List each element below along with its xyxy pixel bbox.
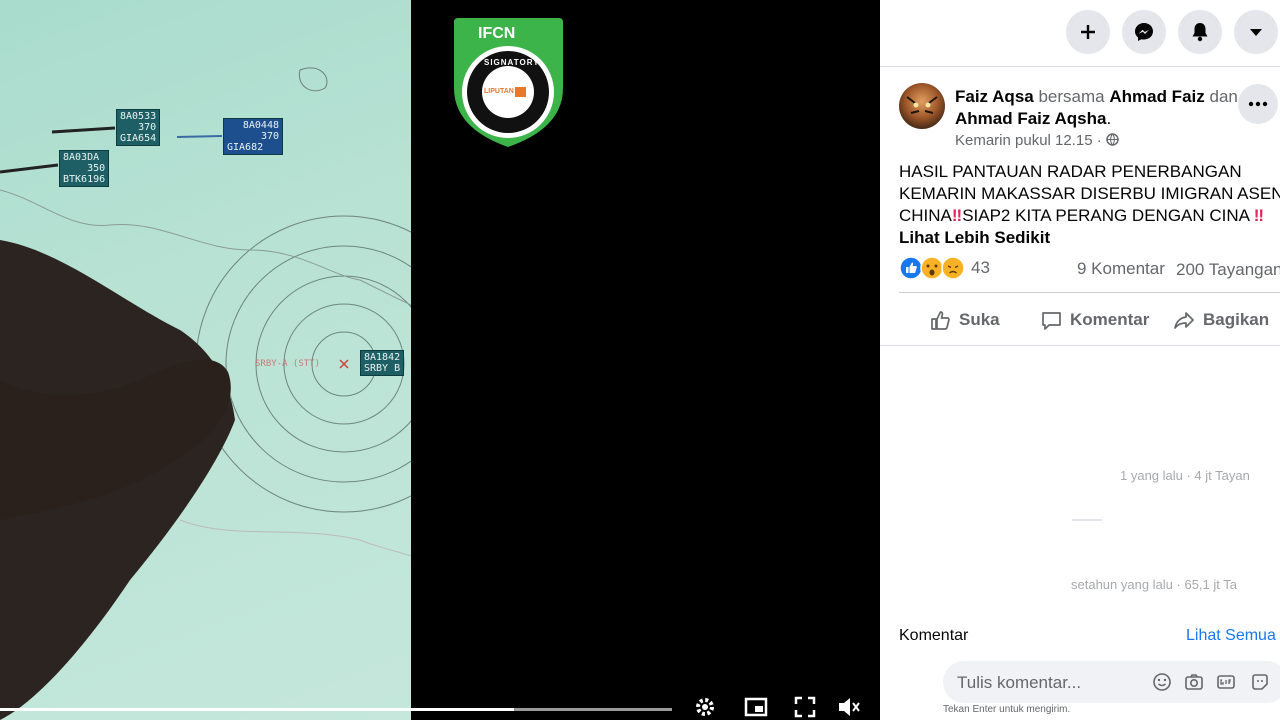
globe-icon	[1106, 133, 1119, 146]
logo-inner-text: LIPUTAN 6	[484, 88, 520, 95]
gear-icon[interactable]	[692, 694, 718, 720]
messenger-button[interactable]	[1122, 10, 1166, 54]
see-all-comments-link[interactable]: Lihat Semua	[1186, 627, 1276, 645]
post-text-segment: SIAP2 KITA PERANG DENGAN CINA	[962, 206, 1250, 225]
post-text-segment: CHINA	[899, 206, 952, 225]
post-header-line2: Ahmad Faiz Aqsha.	[955, 109, 1111, 129]
comments-heading: Komentar	[899, 627, 969, 644]
post-side-panel: Faiz Aqsa bersama Ahmad Faiz dan Ahmad F…	[880, 0, 1280, 720]
radar-tag-text: 350	[87, 163, 106, 174]
radar-tag-text: SRBY B	[364, 363, 401, 374]
pip-icon[interactable]	[743, 694, 769, 720]
faded-video-meta: 1 yang lalu · 4 jt Tayan	[1120, 468, 1250, 483]
svg-text:SRBY-A (STT): SRBY-A (STT)	[255, 359, 320, 369]
more-dots-icon	[1248, 101, 1268, 107]
plus-icon	[1081, 25, 1095, 39]
faded-placeholder	[1072, 519, 1102, 521]
logo-ring-text: SIGNATORY	[484, 58, 540, 67]
double-exclamation-icon: ‼	[1253, 206, 1265, 225]
video-player[interactable]: SRBY-A (STT) 8A0533 370 GIA654 8A0448 37…	[0, 0, 880, 720]
radar-tag-1: 8A0533 370 GIA654	[116, 109, 161, 146]
post-timestamp-link[interactable]: Kemarin pukul 12.15 ·	[955, 132, 1102, 149]
post-text-line: CHINA‼SIAP2 KITA PERANG DENGAN CINA ‼	[899, 205, 1280, 227]
period-text: .	[1106, 109, 1112, 128]
radar-tag-text: 8A0533	[120, 111, 157, 122]
post-header: Faiz Aqsa bersama Ahmad Faiz dan	[955, 87, 1238, 107]
author-avatar[interactable]	[899, 83, 945, 129]
tagged-user-link[interactable]: Ahmad Faiz Aqsha	[955, 109, 1106, 128]
radar-screen-video-frame: SRBY-A (STT) 8A0533 370 GIA654 8A0448 37…	[0, 0, 411, 720]
reaction-icons	[899, 256, 965, 280]
gif-icon[interactable]	[1216, 672, 1236, 692]
bell-icon	[1192, 23, 1208, 42]
double-exclamation-icon: ‼	[951, 206, 963, 225]
comment-hint: Tekan Enter untuk mengirim.	[943, 704, 1071, 715]
video-progress-fill	[0, 708, 515, 711]
account-menu-button[interactable]	[1234, 10, 1278, 54]
radar-tag-text: 8A0448	[242, 120, 279, 131]
ifcn-signatory-logo: IFCN SIGNATORY LIPUTAN 6	[454, 18, 563, 147]
see-less-link[interactable]: Lihat Lebih Sedikit	[899, 227, 1280, 249]
post-options-button[interactable]	[1238, 84, 1278, 124]
fullscreen-icon[interactable]	[792, 694, 818, 720]
volume-muted-icon[interactable]	[836, 694, 862, 720]
radar-tag-text: GIA654	[120, 133, 157, 144]
and-text: dan	[1209, 87, 1238, 106]
radar-tag-text: 370	[138, 122, 157, 133]
emoji-icon[interactable]	[1152, 672, 1172, 692]
comment-bubble-icon	[1042, 311, 1061, 330]
author-name-link[interactable]: Faiz Aqsa	[955, 87, 1034, 106]
like-label: Suka	[959, 310, 1000, 329]
post-text-line: KEMARIN MAKASSAR DISERBU IMIGRAN ASENG	[899, 184, 1280, 203]
messenger-icon	[1135, 23, 1153, 41]
views-count: 200 Tayangan	[1176, 260, 1280, 279]
post-timestamp-row: Kemarin pukul 12.15 ·	[955, 132, 1119, 150]
reactions-count: 43	[971, 258, 990, 277]
notifications-button[interactable]	[1178, 10, 1222, 54]
sticker-icon[interactable]	[1250, 672, 1270, 692]
share-button[interactable]: Bagikan	[1173, 305, 1269, 335]
radar-tag-text: 370	[260, 131, 279, 142]
create-button[interactable]	[1066, 10, 1110, 54]
comment-input-placeholder[interactable]: Tulis komentar...	[957, 673, 1081, 693]
reaction-summary[interactable]: 43	[899, 256, 990, 280]
comments-count-link[interactable]: 9 Komentar	[1077, 259, 1165, 279]
video-progress-bar[interactable]	[0, 708, 672, 711]
caret-down-icon	[1250, 29, 1262, 36]
comment-label: Komentar	[1070, 310, 1150, 329]
faded-video-meta: setahun yang lalu · 65,1 jt Ta	[1071, 577, 1237, 592]
post-text: HASIL PANTAUAN RADAR PENERBANGAN KEMARIN…	[899, 161, 1280, 249]
radar-tag-text: GIA682	[227, 142, 264, 153]
share-label: Bagikan	[1203, 310, 1270, 329]
radar-map-drawing: SRBY-A (STT)	[0, 67, 411, 720]
video-controls	[0, 692, 880, 720]
radar-tag-4: 8A1842 SRBY B	[360, 350, 405, 376]
like-button[interactable]: Suka	[930, 305, 1000, 335]
radar-tag-text: BTK6196	[63, 174, 106, 185]
section-divider	[880, 345, 1280, 346]
post-text-line: HASIL PANTAUAN RADAR PENERBANGAN	[899, 162, 1242, 181]
radar-tag-text: 8A03DA	[63, 152, 100, 163]
comment-button[interactable]: Komentar	[1041, 305, 1149, 335]
radar-tag-2: 8A0448 370 GIA682	[223, 118, 283, 155]
logo-title: IFCN	[478, 25, 516, 42]
top-nav-bar	[880, 0, 1280, 67]
radar-tag-text: 8A1842	[364, 352, 401, 363]
share-arrow-icon	[1174, 311, 1194, 329]
radar-tag-3: 8A03DA 350 BTK6196	[59, 150, 110, 187]
divider	[899, 292, 1280, 293]
thumbs-up-icon	[931, 310, 950, 330]
with-text: bersama	[1038, 87, 1105, 106]
tagged-user-link[interactable]: Ahmad Faiz	[1109, 87, 1204, 106]
camera-icon[interactable]	[1184, 672, 1204, 692]
